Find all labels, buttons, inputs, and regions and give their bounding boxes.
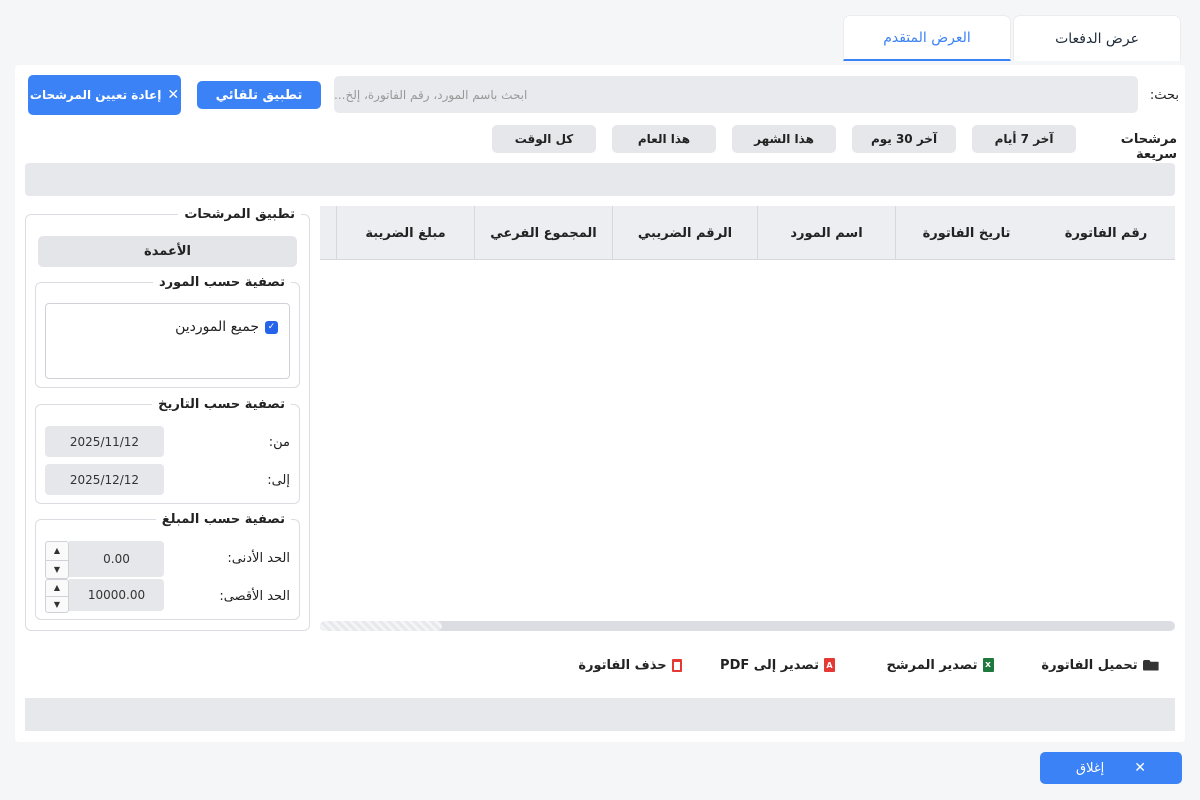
columns-button-label: الأعمدة	[144, 244, 191, 259]
search-placeholder: ابحث باسم المورد، رقم الفاتورة، إلخ...	[334, 87, 528, 102]
excel-file-icon: x	[982, 658, 994, 672]
tab-advanced-view-label: العرض المتقدم	[883, 29, 971, 46]
quick-filter-this-year[interactable]: هذا العام	[612, 125, 716, 153]
supplier-list	[45, 303, 290, 379]
delete-invoice-label: حذف الفاتورة	[578, 657, 667, 673]
pdf-file-icon: A	[823, 658, 835, 672]
close-label: إغلاق	[1076, 760, 1105, 776]
quick-filter-last-30-days[interactable]: آخر 30 يوم	[852, 125, 956, 153]
quick-filters-label: مرشحات سريعة	[1120, 132, 1177, 162]
table-body	[320, 261, 1175, 619]
amount-min-value[interactable]: 0.00	[69, 541, 164, 577]
reset-filters-button[interactable]: ✕ إعادة تعيين المرشحات	[28, 75, 181, 115]
amount-min-input[interactable]: ▲ ▼ 0.00	[45, 541, 164, 579]
date-to-label: إلى:	[267, 473, 290, 488]
arrow-down-icon[interactable]: ▼	[46, 559, 68, 579]
date-to-input[interactable]: 2025/12/12	[45, 464, 164, 495]
column-header-subtotal[interactable]: المجموع الفرعي	[474, 206, 612, 260]
amount-max-value[interactable]: 10000.00	[69, 579, 164, 611]
quick-filter-last-7-days[interactable]: آخر 7 أيام	[972, 125, 1076, 153]
column-header-supplier-name[interactable]: اسم المورد	[757, 206, 895, 260]
supplier-filter-title: تصفية حسب المورد	[158, 275, 285, 290]
amount-min-stepper[interactable]: ▲ ▼	[45, 541, 69, 579]
auto-apply-label: تطبيق تلقائي	[215, 87, 303, 103]
column-header-tax-amount[interactable]: مبلغ الضريبة	[336, 206, 474, 260]
all-suppliers-label: جميع الموردين	[175, 319, 259, 335]
date-from-input[interactable]: 2025/11/12	[45, 426, 164, 457]
folder-open-icon	[1142, 659, 1159, 671]
horizontal-scrollbar[interactable]	[320, 621, 1175, 631]
export-filtered-label: تصدير المرشح	[886, 657, 978, 673]
info-bar	[25, 163, 1175, 196]
export-filtered-button[interactable]: x تصدير المرشح	[880, 650, 1000, 680]
date-filter-title: تصفية حسب التاريخ	[158, 397, 285, 412]
amount-max-stepper[interactable]: ▲ ▼	[45, 579, 69, 613]
all-suppliers-option[interactable]: ✓ جميع الموردين	[160, 318, 278, 336]
status-bar	[25, 698, 1175, 731]
column-header-tax-number[interactable]: الرقم الضريبي	[612, 206, 757, 260]
amount-filter-title: تصفية حسب المبلغ	[161, 512, 285, 527]
arrow-up-icon[interactable]: ▲	[46, 542, 68, 560]
search-label: بحث:	[1149, 88, 1179, 103]
amount-min-label: الحد الأدنى:	[227, 551, 290, 566]
export-pdf-label: تصدير إلى PDF	[720, 657, 819, 673]
reset-filters-label: إعادة تعيين المرشحات	[29, 88, 162, 102]
trash-icon	[671, 658, 682, 672]
column-header-invoice-date[interactable]: تاريخ الفاتورة	[895, 206, 1037, 260]
search-input[interactable]: ابحث باسم المورد، رقم الفاتورة، إلخ...	[334, 76, 1138, 113]
column-header-invoice-number[interactable]: رقم الفاتورة	[1037, 206, 1175, 260]
scrollbar-thumb[interactable]	[320, 621, 442, 631]
close-icon: ✕	[1134, 760, 1146, 776]
export-pdf-button[interactable]: A تصدير إلى PDF	[715, 650, 840, 680]
load-invoice-button[interactable]: تحميل الفاتورة	[1040, 650, 1160, 680]
amount-max-input[interactable]: ▲ ▼ 10000.00	[45, 579, 164, 613]
apply-filters-title: تطبيق المرشحات	[184, 207, 295, 222]
date-from-label: من:	[268, 435, 290, 450]
checkbox-checked-icon[interactable]: ✓	[265, 320, 278, 334]
quick-filter-this-month[interactable]: هذا الشهر	[732, 125, 836, 153]
columns-button[interactable]: الأعمدة	[38, 236, 297, 267]
close-icon: ✕	[167, 87, 180, 103]
amount-max-label: الحد الأقصى:	[219, 589, 290, 604]
load-invoice-label: تحميل الفاتورة	[1041, 657, 1138, 673]
close-button[interactable]: ✕ إغلاق	[1040, 752, 1182, 784]
delete-invoice-button[interactable]: حذف الفاتورة	[575, 650, 685, 680]
quick-filter-all-time[interactable]: كل الوقت	[492, 125, 596, 153]
arrow-up-icon[interactable]: ▲	[46, 580, 68, 596]
tab-payments-view[interactable]: عرض الدفعات	[1013, 15, 1181, 61]
auto-apply-button[interactable]: تطبيق تلقائي	[197, 81, 321, 109]
tab-advanced-view[interactable]: العرض المتقدم	[843, 15, 1011, 61]
arrow-down-icon[interactable]: ▼	[46, 595, 68, 613]
tab-payments-view-label: عرض الدفعات	[1055, 30, 1139, 47]
